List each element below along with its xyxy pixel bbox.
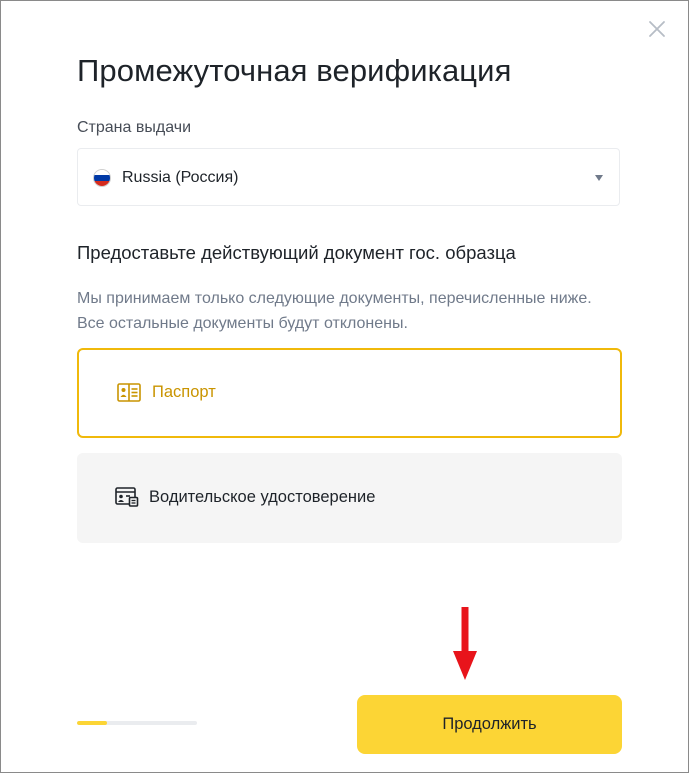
- passport-label: Паспорт: [152, 383, 216, 401]
- documents-description: Мы принимаем только следующие документы,…: [77, 290, 592, 332]
- progress-bar: [77, 721, 197, 725]
- documents-heading: Предоставьте действующий документ гос. о…: [77, 242, 516, 263]
- russia-flag-icon: [93, 169, 111, 187]
- country-value: Russia (Россия): [122, 169, 239, 186]
- document-option-passport[interactable]: Паспорт: [77, 348, 622, 438]
- driver-license-label: Водительское удостоверение: [149, 488, 376, 506]
- passport-icon: [117, 383, 141, 402]
- driver-license-icon: [115, 487, 139, 507]
- progress-fill: [77, 721, 107, 725]
- close-icon[interactable]: [645, 17, 669, 41]
- document-option-driver-license[interactable]: Водительское удостоверение: [77, 453, 622, 543]
- red-arrow-annotation: [453, 607, 477, 680]
- country-label: Страна выдачи: [77, 119, 192, 136]
- dialog-title: Промежуточная верификация: [77, 53, 512, 88]
- country-select[interactable]: Russia (Россия): [77, 148, 620, 206]
- caret-down-icon: [595, 175, 603, 181]
- verification-dialog: Промежуточная верификация Страна выдачи …: [0, 0, 689, 773]
- continue-button[interactable]: Продолжить: [357, 695, 622, 754]
